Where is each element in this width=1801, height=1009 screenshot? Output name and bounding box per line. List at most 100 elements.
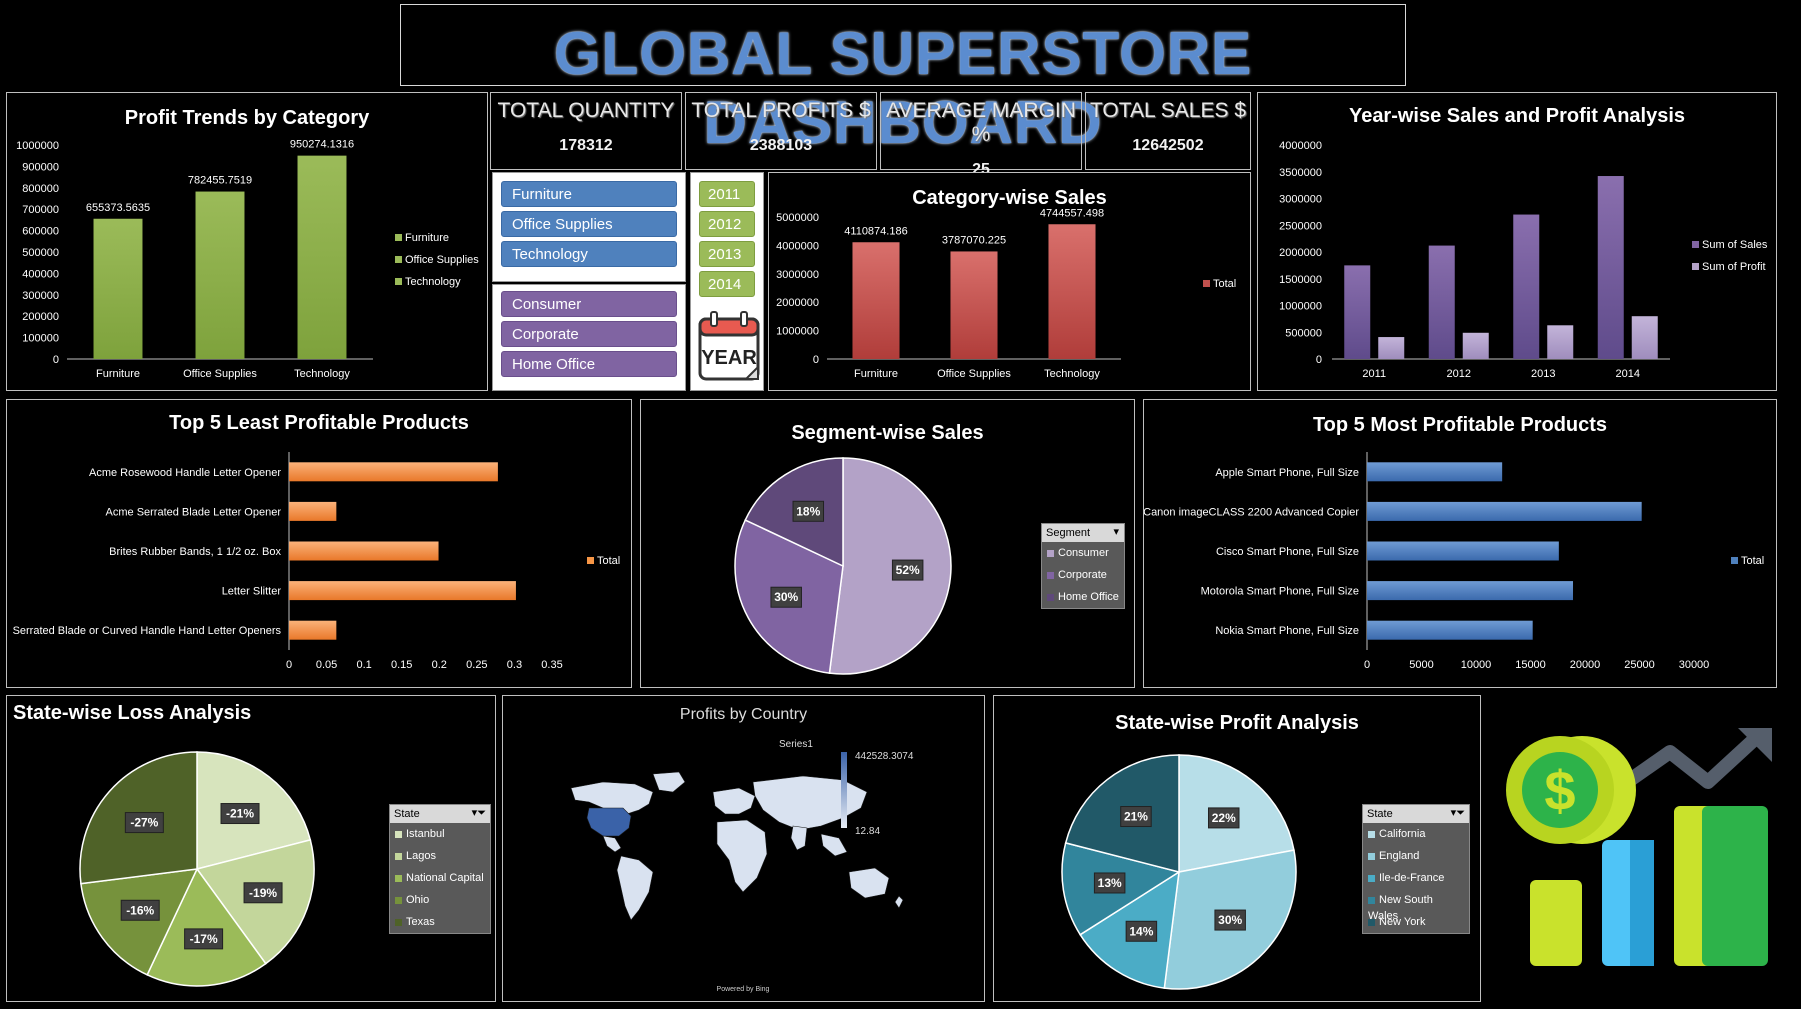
y-tick-label: 600000 <box>22 226 59 238</box>
legend-label: England <box>1379 850 1420 862</box>
legend-item[interactable]: California <box>1363 823 1469 845</box>
state-loss-legend[interactable]: State ▾⏷ Istanbul Lagos National Capital … <box>389 804 491 934</box>
slicer-item-consumer[interactable]: Consumer <box>501 291 677 317</box>
year-sales-profit-chart: 0 500000 1000000 1500000 2000000 2500000 30000… <box>1279 140 1768 380</box>
legend-item[interactable]: Corporate <box>1042 564 1124 586</box>
data-label: -27% <box>130 816 158 830</box>
slicer-item-2012[interactable]: 2012 <box>699 211 755 237</box>
legend-item[interactable]: Istanbul <box>390 823 490 845</box>
least-profitable-title: Top 5 Least Profitable Products <box>169 412 469 434</box>
y-tick-label: 900000 <box>22 161 59 173</box>
y-tick-label: 1500000 <box>1279 274 1322 286</box>
legend-label: California <box>1379 828 1426 840</box>
legend-item[interactable]: National Capital <box>390 867 490 889</box>
slicer-item-2014[interactable]: 2014 <box>699 271 755 297</box>
dropdown-icon[interactable]: ▾ <box>1113 524 1119 540</box>
dollar-sign-glyph: $ <box>1544 759 1575 822</box>
bar <box>950 251 998 359</box>
bar <box>1367 620 1533 640</box>
legend-swatch <box>1368 852 1375 860</box>
state-legend-header: State ▾⏷ <box>390 805 490 823</box>
map-greenland <box>652 771 686 793</box>
slicer-item-furniture[interactable]: Furniture <box>501 181 677 207</box>
filter-icon[interactable]: ▾⏷ <box>1451 805 1465 821</box>
legend-swatch <box>1047 571 1054 579</box>
legend-item[interactable]: Lagos <box>390 845 490 867</box>
data-label: -17% <box>190 932 218 946</box>
data-label: -21% <box>226 807 254 821</box>
kpi-total-sales: TOTAL SALES $ 12642502 <box>1085 92 1251 170</box>
legend-swatch <box>395 256 402 263</box>
segment-legend[interactable]: Segment ▾ Consumer Corporate Home Office <box>1041 523 1125 609</box>
legend-item[interactable]: New York <box>1363 911 1469 933</box>
profit-country-panel: Profits by Country Series1 442528.3074 1… <box>502 695 985 1002</box>
state-legend-title: State <box>1367 808 1393 820</box>
slicer-item-corporate[interactable]: Corporate <box>501 321 677 347</box>
calendar-year-text: YEAR <box>701 347 757 369</box>
data-label: 14% <box>1129 924 1153 938</box>
legend-swatch <box>1368 896 1375 904</box>
legend-item[interactable]: Texas <box>390 911 490 933</box>
y-tick-label: 2000000 <box>776 297 819 309</box>
legend-label: Lagos <box>406 850 436 862</box>
kpi-label: TOTAL SALES $ <box>1089 99 1246 122</box>
legend-label: Technology <box>405 276 461 288</box>
legend-swatch <box>1368 874 1375 882</box>
legend-item[interactable]: Consumer <box>1042 542 1124 564</box>
legend-label: Texas <box>406 916 435 928</box>
y-tick-label: Nokia Smart Phone, Full Size <box>1215 625 1359 637</box>
least-profitable-chart: 0 0.05 0.1 0.15 0.2 0.25 0.3 0.35 Acme Rosewood … <box>13 452 620 671</box>
kpi-label: AVERAGE MARGIN % <box>886 99 1076 146</box>
legend-swatch <box>1047 549 1054 557</box>
legend-swatch <box>1692 263 1699 270</box>
legend-swatch <box>1692 241 1699 248</box>
y-tick-label: Brites Rubber Bands, 1 1/2 oz. Box <box>109 546 281 558</box>
slicer-item-2011[interactable]: 2011 <box>699 181 755 207</box>
bar <box>852 242 900 359</box>
legend-item[interactable]: Ohio <box>390 889 490 911</box>
bar <box>1367 501 1642 521</box>
y-tick-label: Canon imageCLASS 2200 Advanced Copier <box>1144 506 1359 518</box>
slicer-item-technology[interactable]: Technology <box>501 241 677 267</box>
most-profitable-panel: Top 5 Most Profitable Products 0 5000 1000… <box>1143 399 1777 688</box>
x-tick-label: 0.3 <box>507 659 522 671</box>
segment-legend-header: Segment ▾ <box>1042 524 1124 542</box>
legend-item[interactable]: Home Office <box>1042 586 1124 608</box>
x-tick-label: Office Supplies <box>937 368 1011 380</box>
bar <box>1513 214 1540 359</box>
y-tick-label: Motorola Smart Phone, Full Size <box>1201 586 1359 598</box>
map-africa <box>716 819 768 893</box>
kpi-value: 12642502 <box>1132 137 1204 154</box>
legend-label: Total <box>597 555 620 567</box>
legend-swatch <box>395 830 402 838</box>
y-tick-label: 500000 <box>1285 327 1322 339</box>
map-central-america <box>602 835 622 853</box>
legend-item[interactable]: Ile-de-France <box>1363 867 1469 889</box>
kpi-total-quantity: TOTAL QUANTITY 178312 <box>490 92 682 170</box>
slicer-item-home-office[interactable]: Home Office <box>501 351 677 377</box>
legend-label: New York <box>1379 916 1426 928</box>
x-tick-label: 2012 <box>1447 368 1471 380</box>
segment-slicer: Consumer Corporate Home Office <box>492 284 686 391</box>
x-tick-label: Technology <box>1044 368 1100 380</box>
x-tick-label: 0 <box>1364 659 1370 671</box>
legend-swatch <box>395 852 402 860</box>
y-tick-label: 1000000 <box>776 326 819 338</box>
legend-swatch <box>1047 593 1054 601</box>
world-map[interactable]: Series1 442528.3074 12.84 Powered by Bin… <box>503 696 984 1001</box>
map-usa <box>586 807 632 837</box>
legend-item[interactable]: England <box>1363 845 1469 867</box>
x-tick-label: 0.05 <box>316 659 337 671</box>
legend-item[interactable]: New South Wales <box>1363 889 1469 922</box>
slicer-item-2013[interactable]: 2013 <box>699 241 755 267</box>
legend-label: Total <box>1741 555 1764 567</box>
map-scale-max: 442528.3074 <box>855 751 914 762</box>
x-tick-label: 2011 <box>1362 368 1386 380</box>
slicer-item-office-supplies[interactable]: Office Supplies <box>501 211 677 237</box>
filter-icon[interactable]: ▾⏷ <box>472 805 486 821</box>
map-color-scale <box>841 752 847 828</box>
money-growth-icon: $ <box>1506 728 1772 966</box>
y-tick-label: 1000000 <box>1279 301 1322 313</box>
state-profit-legend[interactable]: State ▾⏷ California England Ile-de-France… <box>1362 804 1470 934</box>
bar <box>93 218 143 359</box>
